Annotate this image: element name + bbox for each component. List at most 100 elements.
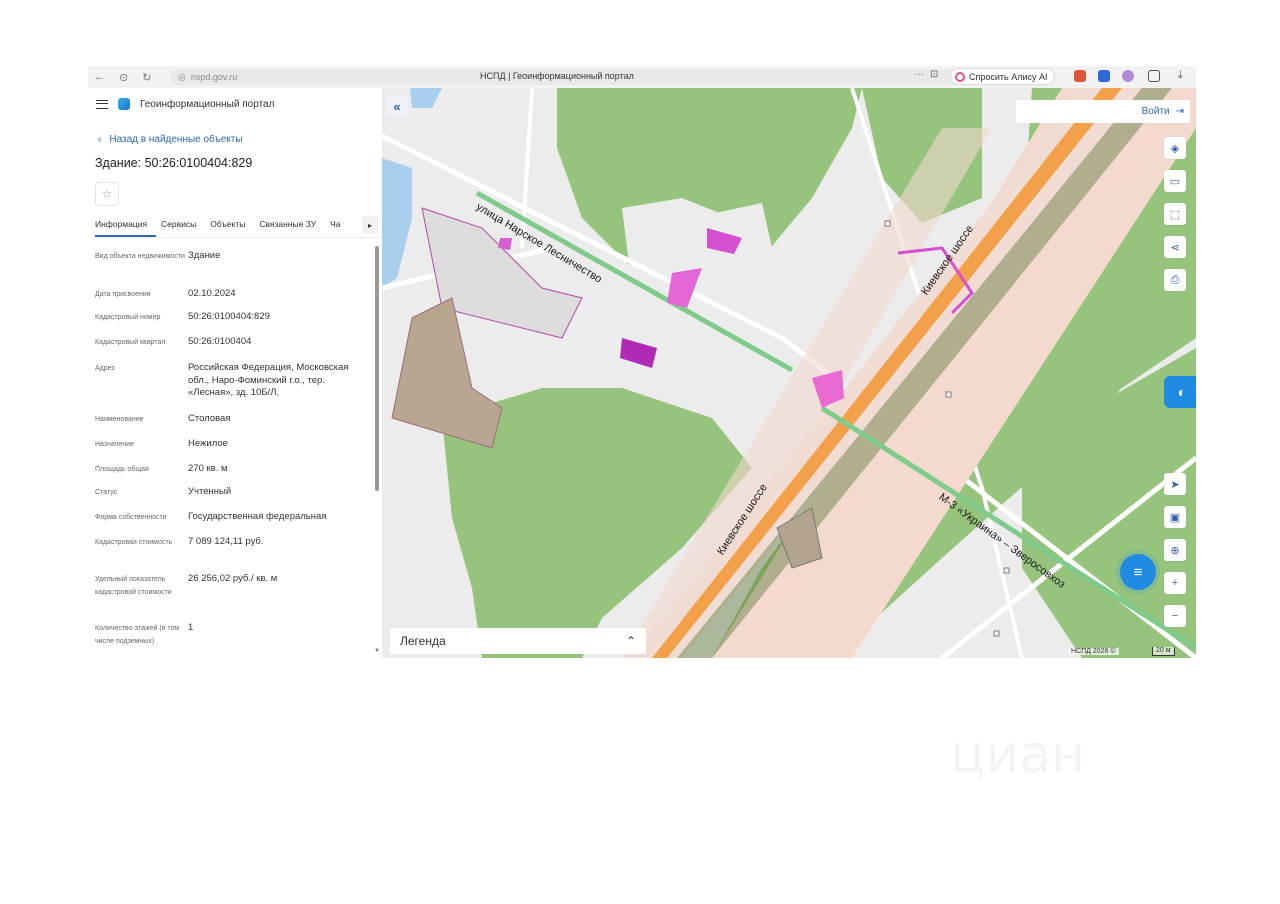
zoom-area-icon[interactable]: ⊕ xyxy=(1164,539,1186,561)
attr-label: Площадь общая xyxy=(95,466,149,473)
tab-objects[interactable]: Объекты xyxy=(205,218,254,237)
attr-row: Площадь общая 270 кв. м xyxy=(95,463,370,476)
map-attribution: НСПД 2026 © xyxy=(1068,648,1119,655)
print-icon[interactable]: ⎙ xyxy=(1164,269,1186,291)
share-icon[interactable]: ⋖ xyxy=(1164,236,1186,258)
tab-more[interactable]: Ча xyxy=(325,218,349,237)
map-view[interactable]: улица Нарское Лесничество Киевское шоссе… xyxy=(382,88,1196,658)
download-icon[interactable]: ⤓ xyxy=(1178,69,1183,82)
attr-value: 02.10.2024 xyxy=(188,288,236,299)
marker xyxy=(1003,567,1010,574)
layers-icon[interactable]: ◈ xyxy=(1164,137,1186,159)
minimap-icon[interactable]: ▣ xyxy=(1164,506,1186,528)
attr-value: 270 кв. м xyxy=(188,463,228,474)
menu-icon[interactable] xyxy=(96,99,108,109)
map-canvas xyxy=(382,88,1196,658)
marker xyxy=(945,391,952,398)
tab-related-land[interactable]: Связанные ЗУ xyxy=(254,218,325,237)
zoom-out-button[interactable]: − xyxy=(1164,605,1186,627)
page-tab-title: НСПД | Геоинформационный портал xyxy=(480,71,634,81)
marker xyxy=(993,630,1000,637)
browser-nav: ← ⊙ ↻ xyxy=(94,71,151,84)
bookmark-icon[interactable]: ⊡ xyxy=(930,69,938,80)
tab-info[interactable]: Информация xyxy=(95,218,157,237)
attr-row: Форма собственности Государственная феде… xyxy=(95,511,370,524)
extension-icon[interactable] xyxy=(1074,70,1086,82)
attr-row: Кадастровый номер 50:26:0100404:829 xyxy=(95,311,370,324)
assistant-icon[interactable]: ◐ xyxy=(1164,376,1196,408)
attr-value: Нежилое xyxy=(188,438,228,449)
select-area-icon[interactable]: ⬚ xyxy=(1164,203,1186,225)
water-body xyxy=(410,88,442,108)
ask-alice-button[interactable]: Спросить Алису AI xyxy=(950,68,1055,85)
land-parcel xyxy=(391,297,503,449)
panel-scrollbar[interactable] xyxy=(375,246,379,491)
tabs-scroll-right-icon[interactable]: ▸ xyxy=(362,216,378,234)
tab-services[interactable]: Сервисы xyxy=(156,218,205,237)
attr-label: Количество этажей (в том числе подземных… xyxy=(95,625,180,645)
attr-value: 50:26:0100404 xyxy=(188,336,252,347)
attr-label: Наименование xyxy=(95,416,144,423)
attr-row: Удельный показатель кадастровой стоимост… xyxy=(95,573,370,599)
attr-row: Статус Учтенный xyxy=(95,486,370,499)
login-button[interactable]: Войти ⇥ xyxy=(1016,100,1190,123)
extension-icon[interactable] xyxy=(1098,70,1110,82)
chevron-left-icon: ‹ xyxy=(98,134,102,145)
extension-icon[interactable] xyxy=(1122,70,1134,82)
object-title: Здание: 50:26:0100404:829 xyxy=(95,156,253,170)
zoom-in-button[interactable]: + xyxy=(1164,572,1186,594)
chevron-updown-icon: ⌃ xyxy=(625,634,636,648)
cian-watermark: циан xyxy=(950,725,1086,785)
chat-icon[interactable]: ≡ xyxy=(1120,554,1156,590)
browser-toolbar: ← ⊙ ↻ ◎ nspd.gov.ru НСПД | Геоинформацио… xyxy=(88,66,1196,88)
attr-value: Столовая xyxy=(188,413,231,424)
login-label: Войти xyxy=(1141,106,1170,117)
attr-value: 50:26:0100404:829 xyxy=(188,311,270,322)
water-body xyxy=(382,158,412,288)
attr-label: Удельный показатель кадастровой стоимост… xyxy=(95,576,172,596)
site-info-icon[interactable]: ◎ xyxy=(178,72,186,83)
extensions-puzzle-icon[interactable] xyxy=(1148,70,1160,82)
attr-row: Назначение Нежилое xyxy=(95,438,370,451)
attr-row: Кадастровый квартал 50:26:0100404 xyxy=(95,336,370,349)
alice-icon xyxy=(955,71,965,82)
ruler-icon[interactable]: ▭ xyxy=(1164,170,1186,192)
ask-alice-label: Спросить Алису AI xyxy=(969,71,1048,82)
reload-icon[interactable]: ↻ xyxy=(142,71,151,84)
favorite-star-icon[interactable]: ☆ xyxy=(95,182,119,206)
attr-value: 1 xyxy=(188,622,194,633)
building-selected xyxy=(620,338,657,368)
attr-label: Адрес xyxy=(95,365,116,372)
attr-label: Назначение xyxy=(95,441,134,448)
attr-value: Российская Федерация, Московская обл., Н… xyxy=(188,362,349,398)
building xyxy=(498,238,512,250)
back-to-results-link[interactable]: ‹ Назад в найденные объекты xyxy=(98,134,243,145)
attr-label: Кадастровый квартал xyxy=(95,339,166,346)
login-icon: ⇥ xyxy=(1175,106,1184,117)
attr-label: Кадастровая стоимость xyxy=(95,539,173,546)
url-text: nspd.gov.ru xyxy=(190,72,238,82)
attr-value: Здание xyxy=(188,250,221,261)
attr-row: Дата присвоения 02.10.2024 xyxy=(95,288,370,301)
object-info-panel: Геоинформационный портал ‹ Назад в найде… xyxy=(88,88,382,658)
attr-row: Кадастровая стоимость 7 089 124,11 руб. xyxy=(95,536,370,549)
attr-row: Вид объекта недвижимости Здание xyxy=(95,250,370,263)
attr-label: Вид объекта недвижимости xyxy=(95,253,185,260)
collapse-panel-icon[interactable]: « xyxy=(386,95,408,117)
attr-value: Государственная федеральная xyxy=(188,511,327,522)
more-icon[interactable]: ··· xyxy=(914,69,924,80)
attr-row: Адрес Российская Федерация, Московская о… xyxy=(95,362,370,400)
app-title: Геоинформационный портал xyxy=(140,98,275,110)
map-scale: 20 м xyxy=(1152,647,1175,656)
attr-value: 7 089 124,11 руб. xyxy=(188,536,264,547)
portal-logo[interactable] xyxy=(118,98,130,110)
attr-label: Статус xyxy=(95,489,118,496)
shield-icon[interactable]: ⊙ xyxy=(119,71,128,84)
back-icon[interactable]: ← xyxy=(94,71,105,84)
attr-row: Наименование Столовая xyxy=(95,413,370,426)
scroll-down-icon[interactable]: ▼ xyxy=(374,648,380,654)
legend-dropdown[interactable]: Легенда ⌃ xyxy=(390,628,646,654)
attr-label: Кадастровый номер xyxy=(95,314,161,321)
attr-value: 26 256,02 руб./ кв. м xyxy=(188,573,278,584)
locate-icon[interactable]: ➤ xyxy=(1164,473,1186,495)
